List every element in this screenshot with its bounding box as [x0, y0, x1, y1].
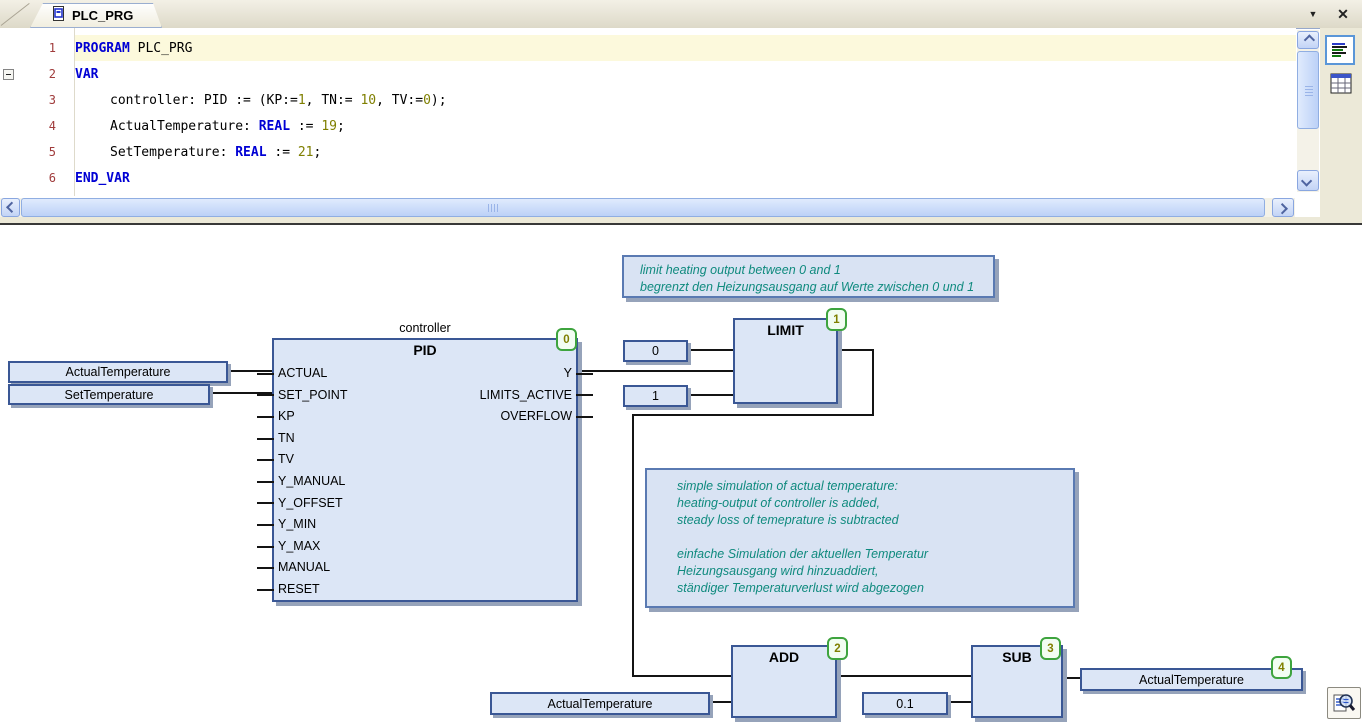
scroll-right-button[interactable] — [1272, 198, 1294, 217]
pin-input: Y_OFFSET — [278, 493, 572, 515]
exec-order-badge: 4 — [1271, 656, 1292, 679]
scroll-down-button[interactable] — [1297, 170, 1319, 191]
chevron-right-icon — [1277, 203, 1288, 214]
input-constant-one[interactable]: 1 — [623, 385, 688, 407]
magnifier-over-page-icon — [1332, 691, 1356, 715]
wire-sub-out — [1063, 677, 1080, 679]
pin-input: MANUAL — [278, 557, 572, 579]
chevron-up-icon — [1304, 34, 1315, 45]
wire-pid-y-to-limit — [578, 370, 733, 372]
wire-limit-out — [632, 675, 731, 677]
comment-box-limit[interactable]: limit heating output between 0 and 1 beg… — [622, 255, 995, 298]
pin-output: LIMITS_ACTIVE — [278, 385, 572, 407]
exec-order-badge: 1 — [826, 308, 847, 331]
textual-view-button[interactable] — [1325, 35, 1355, 65]
pin-output: OVERFLOW — [278, 406, 572, 428]
wire-add-to-sub — [837, 675, 971, 677]
pin-input: Y_MANUAL — [278, 471, 572, 493]
wire — [688, 394, 733, 396]
input-constant-zero[interactable]: 0 — [623, 340, 688, 362]
chevron-down-icon — [1301, 175, 1312, 186]
line-number: 1 — [0, 41, 66, 55]
tab-label: PLC_PRG — [72, 8, 133, 23]
input-set-temperature[interactable]: SetTemperature — [8, 384, 210, 405]
tabular-view-icon — [1330, 73, 1352, 94]
pin-input: TN — [278, 428, 572, 450]
line-number: 3 — [0, 93, 66, 107]
tab-list-dropdown-button[interactable]: ▼ — [1304, 5, 1322, 23]
pid-instance-label: controller — [322, 321, 528, 335]
vertical-scrollbar-thumb[interactable] — [1297, 51, 1319, 129]
limit-function-block[interactable]: LIMIT — [733, 318, 838, 404]
wire-limit-out — [872, 349, 874, 416]
code-line: 6 END_VAR — [0, 165, 1296, 191]
code-line: 5 SetTemperature: REAL := 21; — [0, 139, 1296, 165]
pin-output: Y — [278, 363, 572, 385]
close-tab-button[interactable]: ✕ — [1334, 5, 1352, 23]
wire-limit-out — [838, 349, 874, 351]
wire — [228, 370, 273, 372]
scroll-left-button[interactable] — [1, 198, 20, 217]
input-actual-temperature[interactable]: ActualTemperature — [8, 361, 228, 383]
exec-order-badge: 0 — [556, 328, 577, 351]
scrollbar-grip — [488, 204, 499, 212]
wire — [710, 701, 731, 703]
pin-input: RESET — [278, 579, 572, 601]
add-block-title: ADD — [733, 647, 835, 665]
horizontal-scrollbar-thumb[interactable] — [21, 198, 1265, 217]
scroll-up-button[interactable] — [1297, 31, 1319, 49]
chevron-left-icon — [6, 201, 17, 212]
add-function-block[interactable]: ADD — [731, 645, 837, 718]
pid-block-title: PID — [274, 340, 576, 358]
tabular-view-button[interactable] — [1329, 72, 1353, 95]
codesys-window: PLC_PRG ▼ ✕ 1 PROGRAM PLC_PRG 2 VAR 3 co… — [0, 0, 1362, 722]
wire — [688, 349, 733, 351]
pin-input: Y_MIN — [278, 514, 572, 536]
declaration-editor[interactable]: 1 PROGRAM PLC_PRG 2 VAR 3 controller: PI… — [0, 28, 1296, 196]
exec-order-badge: 3 — [1040, 637, 1061, 660]
pid-outputs: Y LIMITS_ACTIVE OVERFLOW — [278, 363, 572, 428]
wire — [948, 701, 971, 703]
textual-view-icon — [1330, 40, 1350, 60]
pid-function-block[interactable]: PID ACTUAL SET_POINT KP TN TV Y_MANUAL Y… — [272, 338, 578, 602]
line-number: 6 — [0, 171, 66, 185]
fold-collapse-toggle[interactable] — [3, 69, 14, 80]
input-actual-temperature-2[interactable]: ActualTemperature — [490, 692, 710, 715]
exec-order-badge: 2 — [827, 637, 848, 660]
line-number: 5 — [0, 145, 66, 159]
pin-input: TV — [278, 449, 572, 471]
pou-document-icon — [52, 6, 65, 26]
scrollbar-grip — [1305, 85, 1313, 96]
comment-box-simulation[interactable]: simple simulation of actual temperature:… — [645, 468, 1075, 608]
wire-limit-out — [632, 414, 874, 416]
output-actual-temperature[interactable]: ActualTemperature — [1080, 668, 1303, 691]
tab-plc-prg[interactable]: PLC_PRG — [30, 3, 162, 28]
tab-bar: PLC_PRG ▼ ✕ — [0, 0, 1362, 29]
code-line: 2 VAR — [0, 61, 1296, 87]
code-line: 4 ActualTemperature: REAL := 19; — [0, 113, 1296, 139]
wire-limit-out — [632, 414, 634, 677]
limit-block-title: LIMIT — [735, 320, 836, 338]
cfc-zoom-button[interactable] — [1327, 687, 1361, 719]
code-line: 3 controller: PID := (KP:=1, TN:= 10, TV… — [0, 87, 1296, 113]
line-number: 4 — [0, 119, 66, 133]
tab-bar-diagonal — [1, 3, 30, 26]
code-line: 1 PROGRAM PLC_PRG — [0, 35, 1296, 61]
pin-input: Y_MAX — [278, 536, 572, 558]
input-constant-point-one[interactable]: 0.1 — [862, 692, 948, 715]
